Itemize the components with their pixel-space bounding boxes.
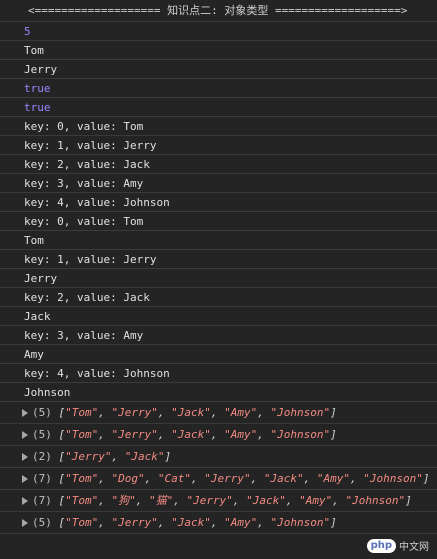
console-log-row: key: 4, value: Johnson	[0, 193, 437, 212]
log-text: Jerry	[24, 272, 58, 285]
expand-arrow-icon[interactable]	[22, 497, 28, 505]
expand-arrow-icon[interactable]	[22, 431, 28, 439]
expand-arrow-icon[interactable]	[22, 475, 28, 483]
console-array-row[interactable]: (5) ["Tom", "Jerry", "Jack", "Amy", "Joh…	[0, 402, 437, 424]
array-length: (5)	[32, 516, 52, 529]
log-text: Jerry	[24, 63, 58, 76]
array-item: Tom	[71, 406, 92, 419]
console-log-row: key: 2, value: Jack	[0, 155, 437, 174]
log-text: Johnson	[24, 386, 71, 399]
console-log-row: Tom	[0, 231, 437, 250]
log-text: key: 1, value: Jerry	[24, 139, 157, 152]
array-item: Jerry	[118, 428, 152, 441]
console-log-row: Amy	[0, 345, 437, 364]
console-log-row: true	[0, 98, 437, 117]
console-array-row[interactable]: (7) ["Tom", "狗", "猫", "Jerry", "Jack", "…	[0, 490, 437, 512]
console-array-row[interactable]: (5) ["Tom", "Jerry", "Jack", "Amy", "Joh…	[0, 512, 437, 534]
array-item: Jerry	[210, 472, 244, 485]
log-text: Amy	[24, 348, 44, 361]
array-item: Jack	[177, 406, 205, 419]
array-item: Jack	[252, 494, 280, 507]
array-item: Tom	[71, 494, 92, 507]
console-log-row: Tom	[0, 41, 437, 60]
log-list: 5 Tom Jerry true true key: 0, value: Tom key: …	[0, 22, 437, 402]
log-text: Tom	[24, 44, 44, 57]
array-item: Amy	[230, 428, 251, 441]
array-item: 猫	[155, 494, 167, 507]
expand-arrow-icon[interactable]	[22, 409, 28, 417]
log-text: key: 2, value: Jack	[24, 158, 150, 171]
array-item: Dog	[118, 472, 138, 485]
log-text: key: 4, value: Johnson	[24, 196, 170, 209]
array-item: Amy	[323, 472, 344, 485]
array-item: Jerry	[193, 494, 227, 507]
array-length: (5)	[32, 428, 52, 441]
array-item: Tom	[71, 428, 92, 441]
console-array-row[interactable]: (7) ["Tom", "Dog", "Cat", "Jerry", "Jack…	[0, 468, 437, 490]
log-text: key: 3, value: Amy	[24, 329, 144, 342]
console-log-row: key: 0, value: Tom	[0, 212, 437, 231]
array-item: Jack	[131, 450, 158, 463]
log-text: key: 2, value: Jack	[24, 291, 150, 304]
array-item: Jack	[177, 428, 205, 441]
log-text: key: 3, value: Amy	[24, 177, 144, 190]
console-log-row: Jack	[0, 307, 437, 326]
array-length: (5)	[32, 406, 52, 419]
console-log-row: key: 1, value: Jerry	[0, 250, 437, 269]
array-item: Jerry	[118, 406, 152, 419]
array-item: Johnson	[352, 494, 399, 507]
array-item: Amy	[230, 516, 251, 529]
array-item: Amy	[230, 406, 251, 419]
console-log-row: Johnson	[0, 383, 437, 402]
log-text: 5	[24, 25, 31, 38]
log-text: key: 4, value: Johnson	[24, 367, 170, 380]
console-array-row[interactable]: (2) ["Jerry", "Jack"]	[0, 446, 437, 468]
console-log-row: key: 3, value: Amy	[0, 174, 437, 193]
console-log-row: Jerry	[0, 60, 437, 79]
log-text: key: 0, value: Tom	[24, 120, 144, 133]
expand-arrow-icon[interactable]	[22, 519, 28, 527]
expand-arrow-icon[interactable]	[22, 453, 28, 461]
array-item: 狗	[118, 494, 130, 507]
console-panel: <=================== 知识点二: 对象类型 ========…	[0, 0, 437, 559]
array-item: Johnson	[277, 428, 324, 441]
array-item: Johnson	[277, 516, 324, 529]
array-item: Jack	[270, 472, 298, 485]
array-item: Tom	[71, 472, 92, 485]
console-log-row: key: 0, value: Tom	[0, 117, 437, 136]
watermark-text: 中文网	[399, 542, 429, 553]
array-length: (7)	[32, 472, 52, 485]
array-list: (5) ["Tom", "Jerry", "Jack", "Amy", "Joh…	[0, 402, 437, 534]
array-item: Jerry	[118, 516, 152, 529]
array-item: Jack	[177, 516, 205, 529]
log-text: key: 0, value: Tom	[24, 215, 144, 228]
console-array-row[interactable]: (5) ["Tom", "Jerry", "Jack", "Amy", "Joh…	[0, 424, 437, 446]
log-text: true	[24, 101, 51, 114]
array-item: Jerry	[71, 450, 105, 463]
array-item: Amy	[305, 494, 326, 507]
log-text: Jack	[24, 310, 51, 323]
console-log-row: key: 4, value: Johnson	[0, 364, 437, 383]
site-watermark: php 中文网	[366, 538, 429, 553]
log-text: true	[24, 82, 51, 95]
array-item: Cat	[164, 472, 185, 485]
console-log-row: key: 1, value: Jerry	[0, 136, 437, 155]
console-log-row: Jerry	[0, 269, 437, 288]
array-item: Tom	[71, 516, 92, 529]
section-header: <=================== 知识点二: 对象类型 ========…	[0, 0, 437, 22]
array-item: Johnson	[277, 406, 324, 419]
console-log-row: key: 3, value: Amy	[0, 326, 437, 345]
array-length: (7)	[32, 494, 52, 507]
log-text: key: 1, value: Jerry	[24, 253, 157, 266]
php-logo-icon: php	[366, 538, 396, 553]
log-text: Tom	[24, 234, 44, 247]
array-item: Johnson	[369, 472, 417, 485]
console-log-row: true	[0, 79, 437, 98]
array-length: (2)	[32, 450, 52, 463]
console-log-row: key: 2, value: Jack	[0, 288, 437, 307]
console-log-row: 5	[0, 22, 437, 41]
